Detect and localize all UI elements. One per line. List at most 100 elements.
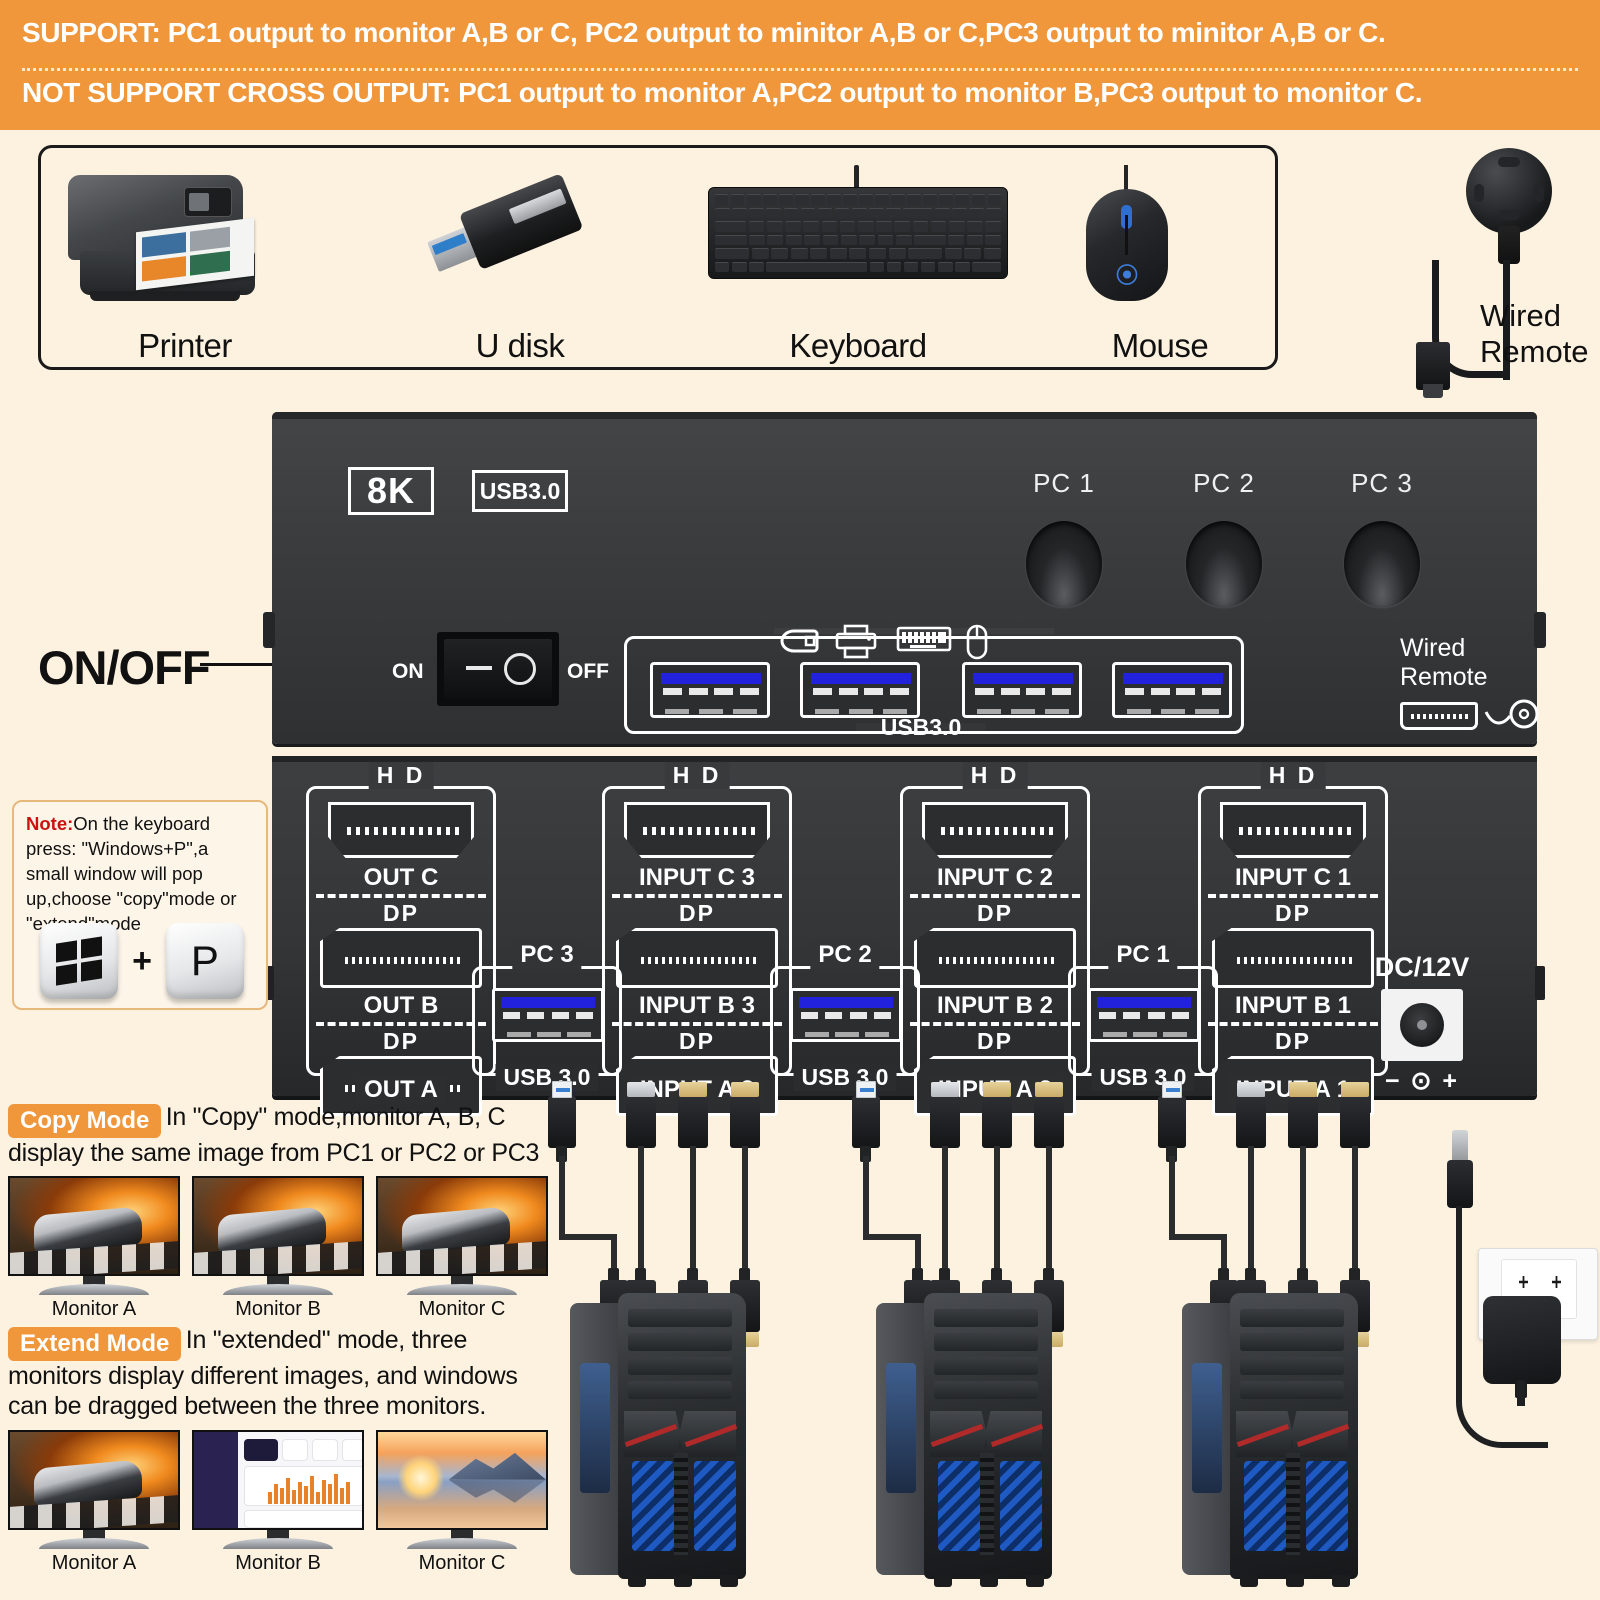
- power-switch-group[interactable]: ON OFF: [392, 628, 612, 708]
- rear-ear-right: [1535, 966, 1545, 1000]
- dp-out-b-port[interactable]: [320, 928, 482, 988]
- wired-remote-jack-label: Wired Remote: [1400, 634, 1488, 691]
- rear-usb-pc2-foot: USB 3.0: [793, 1064, 897, 1091]
- hdmi-input-c1-port[interactable]: [1220, 802, 1366, 858]
- out-b-dp-title: DP: [383, 900, 419, 926]
- usb-plug-top: [852, 1081, 880, 1148]
- power-rocker-switch[interactable]: [437, 632, 559, 706]
- front-usb-port-4[interactable]: [1112, 662, 1232, 718]
- rear-usb-pc2-port[interactable]: [790, 988, 902, 1042]
- rear-usb-block-pc1: PC 1 USB 3.0: [1068, 941, 1218, 1091]
- out-a-label: OUT A: [356, 1076, 446, 1104]
- pc3-select-button[interactable]: [1344, 521, 1420, 607]
- hdmi-out-c-port[interactable]: [328, 802, 474, 858]
- pc-tower-1: [1182, 1285, 1367, 1587]
- input2-port-block: H D INPUT C 2 DP INPUT B 2 DP INPUT A 2: [900, 762, 1090, 1116]
- usb-flash-drive-icon: [780, 629, 819, 653]
- monitor-c-label: Monitor C: [418, 1551, 506, 1574]
- copy-mode-section: Copy Mode In "Copy" mode,monitor A, B, C…: [8, 1102, 548, 1321]
- monitor-c-screen: [376, 1176, 548, 1277]
- front-usb-port-3[interactable]: [962, 662, 1082, 718]
- pc1-button-group[interactable]: PC 1: [1004, 468, 1124, 607]
- input-b2-dp-title: DP: [977, 900, 1013, 926]
- dp-input-b1-port[interactable]: [1212, 928, 1374, 988]
- monitor-a-label: Monitor A: [51, 1298, 137, 1321]
- rear-usb-pc1-port[interactable]: [1088, 988, 1200, 1042]
- input-a2-dp-title: DP: [977, 1028, 1013, 1054]
- printer-icon: [835, 624, 877, 659]
- badge-usb30: USB3.0: [472, 470, 568, 512]
- input-c3-label: INPUT C 3: [638, 864, 755, 891]
- usb-plug-top: [1158, 1081, 1186, 1148]
- input1-port-block: H D INPUT C 1 DP INPUT B 1 DP INPUT A 1: [1198, 762, 1388, 1116]
- power-adapter-brick: [1483, 1296, 1561, 1406]
- rear-usb-pc3-title: PC 3: [512, 941, 582, 969]
- printer-icon: [60, 165, 310, 305]
- monitor-a: Monitor A: [8, 1176, 180, 1321]
- pc1-button-label: PC 1: [1033, 468, 1095, 498]
- rear-usb-pc3-foot: USB 3.0: [495, 1064, 599, 1091]
- mouse-icon: [966, 624, 988, 660]
- p-key-cap: P: [165, 923, 244, 999]
- input-b2-label: INPUT B 2: [936, 992, 1053, 1019]
- remote-puck-glyph-icon: [1484, 699, 1539, 729]
- monitor-c-screen: [376, 1429, 548, 1530]
- pc2-select-button[interactable]: [1186, 521, 1262, 607]
- rear-usb-pc3-port[interactable]: [492, 988, 604, 1042]
- input-b1-label: INPUT B 1: [1234, 992, 1351, 1019]
- pc3-button-group[interactable]: PC 3: [1322, 468, 1442, 607]
- input-a1-dp-title: DP: [1275, 1028, 1311, 1054]
- peripheral-label: Keyboard: [789, 327, 927, 364]
- copy-mode-monitor-row: Monitor A Monitor B Monitor C: [8, 1176, 548, 1321]
- kvm-rear-panel: H D OUT C DP OUT B DP OUT A H D INPUT C …: [264, 756, 1545, 1116]
- copy-mode-tag: Copy Mode: [8, 1103, 162, 1138]
- monitor-b: Monitor B: [192, 1176, 364, 1321]
- wired-remote-label: Wired Remote: [1480, 298, 1589, 369]
- pc-tower-2: [876, 1285, 1061, 1587]
- front-usb-port-2[interactable]: [800, 662, 920, 718]
- input1-hd-title: H D: [1260, 762, 1326, 789]
- front-usb-port-1[interactable]: [650, 662, 770, 718]
- power-off-circle-icon: [504, 653, 536, 685]
- front-usb-group-caption: USB3.0: [880, 714, 962, 740]
- dp-input-b3-port[interactable]: [616, 928, 778, 988]
- peripheral-udisk: U disk: [400, 165, 640, 365]
- rear-usb-block-pc3: PC 3 USB 3.0: [472, 941, 622, 1091]
- dc-power-jack[interactable]: [1381, 989, 1463, 1061]
- not-support-line: NOT SUPPORT CROSS OUTPUT: PC1 output to …: [22, 76, 1423, 108]
- rear-usb-pc1-title: PC 1: [1108, 941, 1178, 969]
- note-prefix: Note:: [26, 813, 74, 834]
- hdmi-input-c2-port[interactable]: [922, 802, 1068, 858]
- dp-input-b2-port[interactable]: [914, 928, 1076, 988]
- dc-plug-tip: [1452, 1130, 1468, 1164]
- rear-usb-block-pc2: PC 2 USB 3.0: [770, 941, 920, 1091]
- input-c1-label: INPUT C 1: [1234, 864, 1351, 891]
- extend-mode-tag: Extend Mode: [8, 1326, 182, 1361]
- peripheral-mouse: ⦿ Mouse: [1060, 165, 1260, 365]
- keyboard-icon: [708, 165, 1008, 305]
- input3-port-block: H D INPUT C 3 DP INPUT B 3 DP INPUT A 3: [602, 762, 792, 1116]
- pc1-select-button[interactable]: [1026, 521, 1102, 607]
- hdmi-input-c3-port[interactable]: [624, 802, 770, 858]
- monitor-a: Monitor A: [8, 1429, 180, 1575]
- monitor-b-screen: [192, 1429, 364, 1530]
- support-banner: SUPPORT: PC1 output to monitor A,B or C,…: [0, 0, 1600, 130]
- out-a-dp-title: DP: [383, 1028, 419, 1054]
- pc2-button-group[interactable]: PC 2: [1164, 468, 1284, 607]
- monitor-b-screen: [192, 1176, 364, 1277]
- input2-hd-title: H D: [962, 762, 1028, 789]
- out-b-label: OUT B: [363, 992, 439, 1019]
- dc-plug-body: [1447, 1160, 1473, 1208]
- power-on-dash-icon: [466, 666, 492, 670]
- peripheral-label: Mouse: [1111, 327, 1209, 364]
- output-hd-title: H D: [368, 762, 434, 789]
- wired-remote-port-icon[interactable]: [1400, 702, 1478, 730]
- peripheral-label: Printer: [138, 327, 232, 364]
- power-switch-on-label: ON: [392, 660, 424, 683]
- input-c2-label: INPUT C 2: [936, 864, 1053, 891]
- support-line: SUPPORT: PC1 output to monitor A,B or C,…: [22, 17, 1386, 48]
- monitor-a-label: Monitor A: [51, 1551, 137, 1574]
- plus-sign: +: [132, 941, 152, 980]
- note-box: Note:On the keyboard press: "Windows+P",…: [12, 800, 268, 1010]
- wired-remote-jack-group[interactable]: Wired Remote: [1400, 634, 1575, 730]
